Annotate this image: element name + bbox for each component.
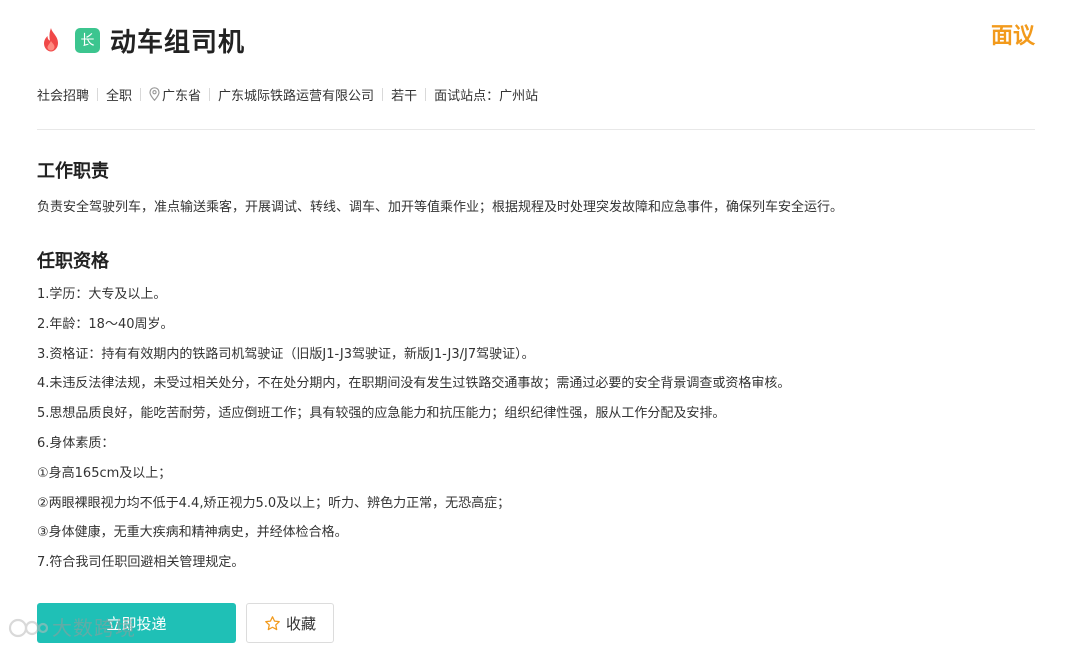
headcount: 若干	[391, 88, 418, 104]
location: 广东省	[149, 85, 201, 104]
meta-separator	[425, 87, 427, 101]
requirement-item: 6.身体素质：	[37, 435, 115, 451]
meta-separator	[209, 87, 211, 101]
requirement-item: 5.思想品质良好，能吃苦耐劳，适应倒班工作；具有较强的应急能力和抗压能力；组织纪…	[37, 406, 726, 422]
requirement-item: 3.资格证：持有有效期内的铁路司机驾驶证（旧版J1-J3驾驶证，新版J1-J3/…	[37, 346, 535, 362]
requirements-title: 任职资格	[37, 251, 109, 272]
requirement-item: 2.年龄：18～40周岁。	[37, 316, 174, 332]
company-name: 广东城际铁路运营有限公司	[218, 88, 375, 104]
fire-icon	[44, 28, 58, 52]
meta-separator	[140, 87, 142, 101]
requirement-item: 4.未违反法律法规，未受过相关处分，不在处分期内，在职期间没有发生过铁路交通事故…	[37, 376, 791, 392]
job-meta: 社会招聘 全职 广东省 广东城际铁路运营有限公司 若干 面试站点：广州站	[37, 84, 538, 104]
interview-site: 面试站点：广州站	[434, 88, 539, 104]
location-text: 广东省	[162, 88, 202, 104]
title-row: 长 动车组司机 面议	[37, 22, 1035, 58]
duties-title: 工作职责	[37, 161, 109, 182]
watermark-text: 大数跨境	[52, 616, 136, 640]
watermark-logo-icon	[8, 618, 48, 637]
requirement-item: ③身体健康，无重大疾病和精神病史，并经体检合格。	[37, 525, 348, 541]
employment-type: 全职	[106, 88, 133, 104]
requirement-item: 7.符合我司任职回避相关管理规定。	[37, 555, 245, 571]
favorite-label: 收藏	[285, 614, 316, 633]
job-detail-page: 长 动车组司机 面议 社会招聘 全职 广东省 广东城际铁路运营有限公司 若干 面…	[37, 0, 1035, 651]
header-divider	[37, 129, 1035, 130]
favorite-button[interactable]: 收藏	[246, 603, 334, 643]
meta-separator	[97, 87, 99, 101]
requirements-list: 1.学历：大专及以上。 2.年龄：18～40周岁。 3.资格证：持有有效期内的铁…	[37, 285, 790, 583]
location-pin-icon	[149, 87, 160, 101]
long-term-tag-icon: 长	[75, 27, 100, 53]
requirement-item: ①身高165cm及以上；	[37, 465, 172, 481]
salary: 面议	[990, 24, 1035, 49]
watermark: 大数跨境	[8, 612, 136, 641]
requirement-item: ②两眼裸眼视力均不低于4.4,矫正视力5.0及以上；听力、辨色力正常，无恐高症；	[37, 495, 511, 511]
meta-separator	[382, 87, 384, 101]
duties-text: 负责安全驾驶列车，准点输送乘客，开展调试、转线、调车、加开等值乘作业；根据规程及…	[37, 200, 844, 215]
requirement-item: 1.学历：大专及以上。	[37, 287, 167, 302]
recruit-type: 社会招聘	[37, 88, 90, 104]
job-title: 动车组司机	[110, 27, 246, 58]
star-icon	[265, 615, 280, 630]
